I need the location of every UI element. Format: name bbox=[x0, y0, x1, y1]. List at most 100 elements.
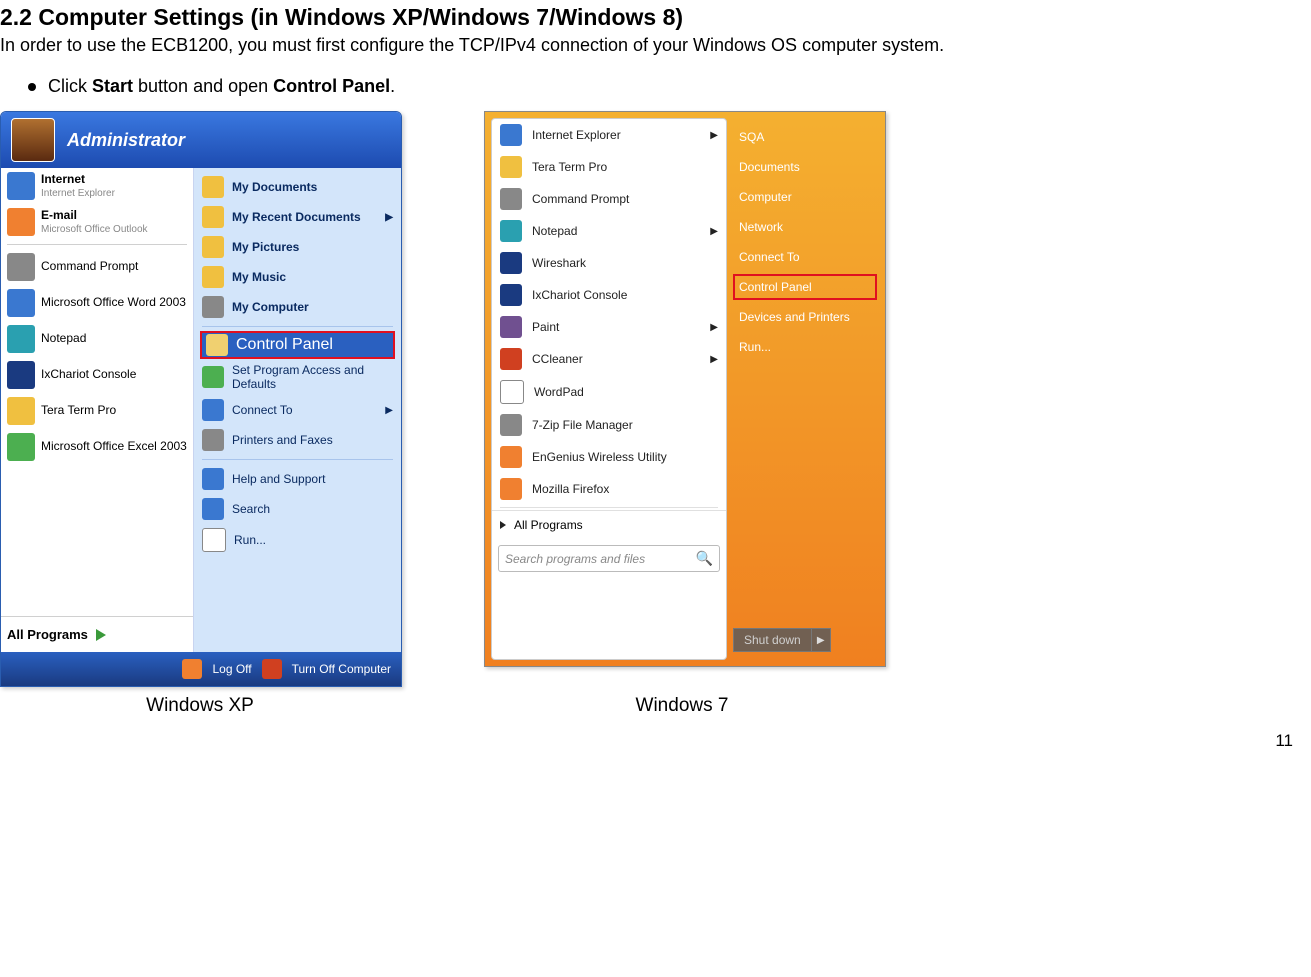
ie-icon bbox=[7, 172, 35, 200]
w7-item-ixchariot[interactable]: IxChariot Console bbox=[492, 279, 726, 311]
shutdown-options-button[interactable]: ▶ bbox=[812, 628, 831, 652]
word-icon bbox=[7, 289, 35, 317]
xp-turnoff-label[interactable]: Turn Off Computer bbox=[292, 662, 391, 676]
w7-r-sqa[interactable]: SQA bbox=[733, 122, 877, 152]
xp-r-connect[interactable]: Connect To▶ bbox=[194, 395, 401, 425]
xp-word-label: Microsoft Office Word 2003 bbox=[41, 296, 186, 309]
xp-r-music-label: My Music bbox=[232, 270, 286, 284]
xp-left-pane: InternetInternet Explorer E-mailMicrosof… bbox=[1, 168, 194, 652]
xp-r-printers[interactable]: Printers and Faxes bbox=[194, 425, 401, 455]
xp-item-cmd[interactable]: Command Prompt bbox=[1, 249, 193, 285]
w7-search-input[interactable]: Search programs and files 🔍 bbox=[498, 545, 720, 572]
w7-r-connect[interactable]: Connect To bbox=[733, 242, 877, 272]
ccleaner-icon bbox=[500, 348, 522, 370]
xp-r-help[interactable]: Help and Support bbox=[194, 464, 401, 494]
xp-item-ixchariot[interactable]: IxChariot Console bbox=[1, 357, 193, 393]
bullet-text-start: Start bbox=[92, 76, 133, 96]
xp-r-pictures[interactable]: My Pictures bbox=[194, 232, 401, 262]
cmd-icon bbox=[7, 253, 35, 281]
w7-item-wordpad[interactable]: WordPad bbox=[492, 375, 726, 409]
xp-ixc-label: IxChariot Console bbox=[41, 368, 136, 381]
bullet-text-mid: button and open bbox=[133, 76, 273, 96]
w7-cc-label: CCleaner bbox=[532, 352, 583, 366]
w7-r-control-panel[interactable]: Control Panel bbox=[733, 274, 877, 300]
xp-cp-label: Control Panel bbox=[236, 336, 333, 354]
xp-item-email[interactable]: E-mailMicrosoft Office Outlook bbox=[1, 204, 193, 240]
w7-wp-label: WordPad bbox=[534, 385, 584, 399]
chevron-right-icon: ▶ bbox=[385, 212, 393, 223]
w7-item-teraterm[interactable]: Tera Term Pro bbox=[492, 151, 726, 183]
separator bbox=[7, 244, 187, 245]
xp-r-search[interactable]: Search bbox=[194, 494, 401, 524]
xp-r-run-label: Run... bbox=[234, 533, 266, 547]
xp-r-computer[interactable]: My Computer bbox=[194, 292, 401, 322]
bullet-icon bbox=[28, 83, 36, 91]
xp-item-excel[interactable]: Microsoft Office Excel 2003 bbox=[1, 429, 193, 465]
xp-r-music[interactable]: My Music bbox=[194, 262, 401, 292]
wireshark-icon bbox=[500, 252, 522, 274]
xp-r-search-label: Search bbox=[232, 502, 270, 516]
bullet-text-pre: Click bbox=[48, 76, 92, 96]
xp-r-recent[interactable]: My Recent Documents ▶ bbox=[194, 202, 401, 232]
xp-r-run[interactable]: Run... bbox=[194, 524, 401, 556]
bullet-text-end: . bbox=[390, 76, 395, 96]
w7-item-ccleaner[interactable]: CCleaner▶ bbox=[492, 343, 726, 375]
xp-username: Administrator bbox=[67, 130, 185, 151]
sevenzip-icon bbox=[500, 414, 522, 436]
xp-r-setprog[interactable]: Set Program Access and Defaults bbox=[194, 359, 401, 395]
xp-start-menu: Administrator InternetInternet Explorer … bbox=[0, 111, 402, 687]
xp-r-pictures-label: My Pictures bbox=[232, 240, 299, 254]
w7-r-devices[interactable]: Devices and Printers bbox=[733, 302, 877, 332]
ixchariot-icon bbox=[7, 361, 35, 389]
instruction-bullet: Click Start button and open Control Pane… bbox=[28, 76, 1311, 97]
separator bbox=[202, 459, 393, 460]
w7-paint-label: Paint bbox=[532, 320, 559, 334]
caption-w7: Windows 7 bbox=[482, 695, 882, 717]
w7-right-pane: SQA Documents Computer Network Connect T… bbox=[733, 122, 877, 362]
xp-logoff-label[interactable]: Log Off bbox=[212, 662, 251, 676]
power-icon[interactable] bbox=[262, 659, 282, 679]
folder-icon bbox=[202, 266, 224, 288]
xp-r-mydocs[interactable]: My Documents bbox=[194, 172, 401, 202]
w7-item-firefox[interactable]: Mozilla Firefox bbox=[492, 473, 726, 505]
separator bbox=[500, 507, 718, 508]
xp-r-mydocs-label: My Documents bbox=[232, 180, 317, 194]
page-number: 11 bbox=[1275, 731, 1293, 751]
logoff-icon[interactable] bbox=[182, 659, 202, 679]
w7-item-paint[interactable]: Paint▶ bbox=[492, 311, 726, 343]
xp-item-internet[interactable]: InternetInternet Explorer bbox=[1, 168, 193, 204]
w7-r-network[interactable]: Network bbox=[733, 212, 877, 242]
avatar-icon bbox=[11, 118, 55, 162]
xp-r-connect-label: Connect To bbox=[232, 403, 293, 417]
xp-all-programs[interactable]: All Programs bbox=[1, 616, 193, 652]
xp-item-teraterm[interactable]: Tera Term Pro bbox=[1, 393, 193, 429]
help-icon bbox=[202, 468, 224, 490]
xp-item-notepad[interactable]: Notepad bbox=[1, 321, 193, 357]
w7-r-run[interactable]: Run... bbox=[733, 332, 877, 362]
xp-excel-label: Microsoft Office Excel 2003 bbox=[41, 440, 187, 453]
paint-icon bbox=[500, 316, 522, 338]
w7-item-wireshark[interactable]: Wireshark bbox=[492, 247, 726, 279]
xp-r-control-panel[interactable]: Control Panel bbox=[200, 331, 395, 359]
w7-item-cmd[interactable]: Command Prompt bbox=[492, 183, 726, 215]
w7-eg-label: EnGenius Wireless Utility bbox=[532, 450, 667, 464]
w7-item-engenius[interactable]: EnGenius Wireless Utility bbox=[492, 441, 726, 473]
w7-np-label: Notepad bbox=[532, 224, 577, 238]
firefox-icon bbox=[500, 478, 522, 500]
w7-item-notepad[interactable]: Notepad ▶ bbox=[492, 215, 726, 247]
programs-icon bbox=[202, 366, 224, 388]
chevron-right-icon: ▶ bbox=[710, 226, 718, 237]
w7-r-docs[interactable]: Documents bbox=[733, 152, 877, 182]
xp-r-computer-label: My Computer bbox=[232, 300, 309, 314]
bullet-text-cp: Control Panel bbox=[273, 76, 390, 96]
xp-r-recent-label: My Recent Documents bbox=[232, 210, 361, 224]
w7-all-programs[interactable]: All Programs bbox=[492, 510, 726, 539]
w7-ie-label: Internet Explorer bbox=[532, 128, 621, 142]
w7-item-ie[interactable]: Internet Explorer▶ bbox=[492, 119, 726, 151]
xp-email-sub: Microsoft Office Outlook bbox=[41, 224, 148, 235]
shutdown-button[interactable]: Shut down bbox=[733, 628, 812, 652]
w7-item-7zip[interactable]: 7-Zip File Manager bbox=[492, 409, 726, 441]
w7-r-computer[interactable]: Computer bbox=[733, 182, 877, 212]
search-icon: 🔍 bbox=[696, 550, 713, 567]
xp-item-word[interactable]: Microsoft Office Word 2003 bbox=[1, 285, 193, 321]
